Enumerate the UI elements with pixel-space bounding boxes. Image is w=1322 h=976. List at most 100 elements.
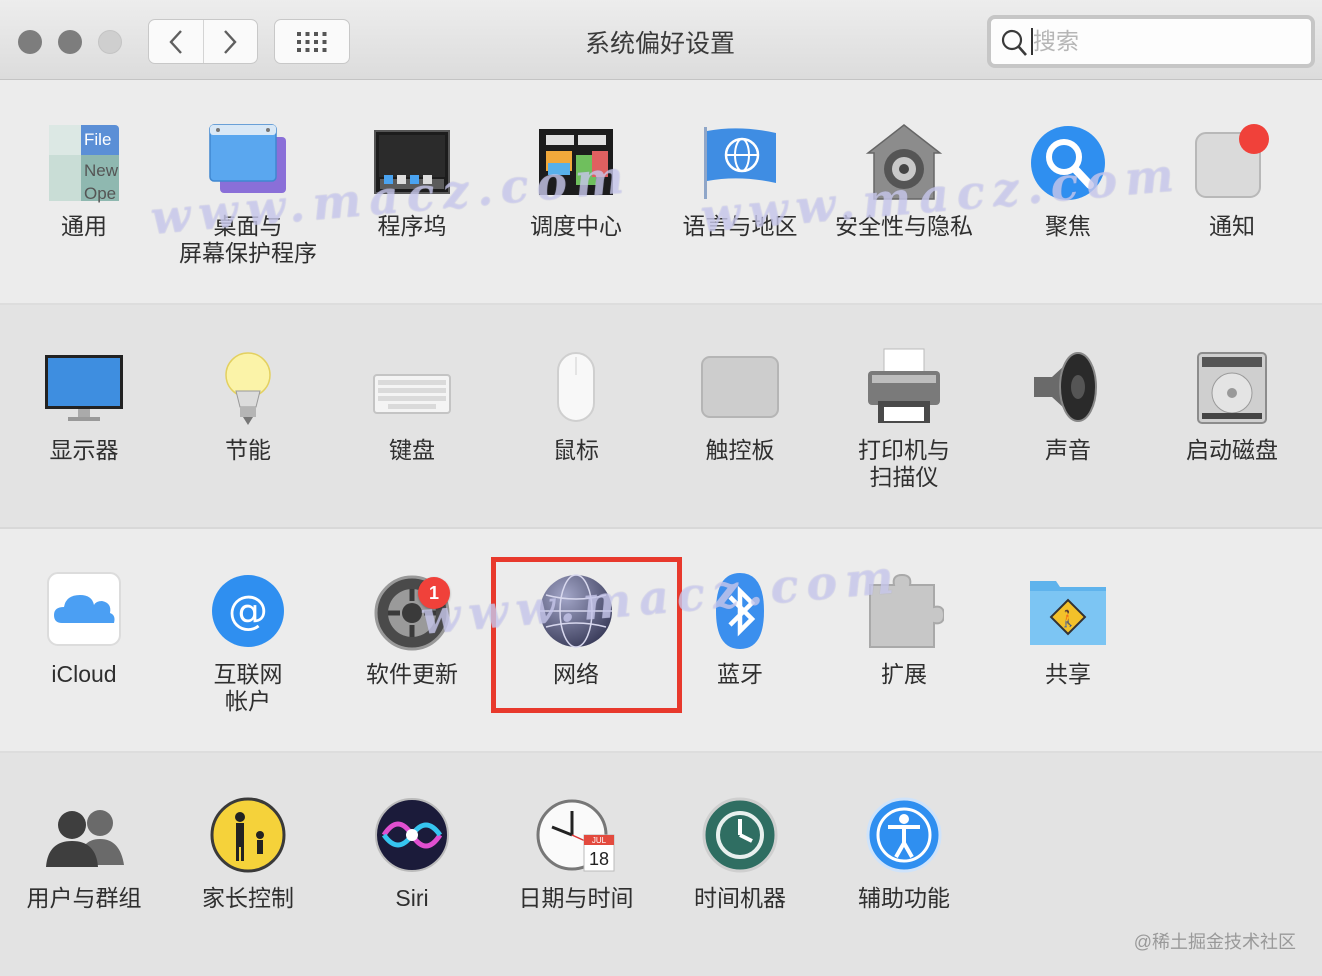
clock-calendar-icon: JUL 18 [536, 799, 615, 872]
pref-software-update[interactable]: 1 软件更新 [330, 529, 494, 729]
mouse-icon [557, 352, 595, 422]
pref-sound[interactable]: 声音 [986, 305, 1150, 505]
pref-label: 通知 [1209, 213, 1255, 239]
preferences-row-hardware: 显示器 节能 键盘 鼠标 触控板 打印机与 扫描仪 声音 启动磁盘 [0, 305, 1322, 529]
network-highlight-box [491, 557, 682, 713]
pref-mouse[interactable]: 鼠标 [494, 305, 658, 505]
house-lock-icon [865, 124, 943, 200]
puzzle-icon [869, 573, 944, 648]
pref-label: 扩展 [881, 661, 927, 687]
pref-date-time[interactable]: JUL 18 日期与时间 [494, 753, 658, 953]
search-field[interactable] [987, 15, 1315, 68]
pref-label: 家长控制 [202, 885, 294, 911]
pref-label: 语言与地区 [682, 213, 798, 239]
speaker-icon [1034, 352, 1097, 422]
svg-text:File: File [84, 130, 111, 149]
pref-keyboard[interactable]: 键盘 [330, 305, 494, 505]
pref-displays[interactable]: 显示器 [2, 305, 166, 505]
pref-label: 节能 [225, 437, 271, 463]
pref-label: 互联网 帐户 [213, 661, 283, 714]
pref-label: 触控板 [705, 437, 775, 463]
pref-trackpad[interactable]: 触控板 [658, 305, 822, 505]
pref-label: 程序坞 [377, 213, 447, 239]
pref-label: 调度中心 [530, 213, 622, 239]
pref-startup-disk[interactable]: 启动磁盘 [1150, 305, 1314, 505]
calendar-day: 18 [589, 849, 609, 869]
forward-button[interactable] [202, 20, 258, 63]
svg-text:New: New [84, 161, 119, 180]
desktop-icon [209, 124, 286, 193]
pref-desktop-screensaver[interactable]: 桌面与 屏幕保护程序 [166, 81, 330, 281]
pref-label: 时间机器 [694, 885, 786, 911]
users-icon [46, 810, 124, 867]
pref-accessibility[interactable]: 辅助功能 [822, 753, 986, 953]
keyboard-icon [373, 374, 451, 414]
pref-label: 声音 [1045, 437, 1091, 463]
pref-users-groups[interactable]: 用户与群组 [2, 753, 166, 953]
pref-extensions[interactable]: 扩展 [822, 529, 986, 729]
pref-security-privacy[interactable]: 安全性与隐私 [822, 81, 986, 281]
close-window-button[interactable] [18, 30, 42, 54]
search-input[interactable] [1033, 25, 1303, 57]
hard-disk-icon [1197, 352, 1267, 424]
pref-label: 通用 [61, 213, 107, 239]
pref-siri[interactable]: Siri [330, 753, 494, 953]
chevron-right-icon [224, 29, 237, 54]
pref-label: 用户与群组 [26, 885, 142, 911]
preferences-row-personal: File New Ope 通用 桌面与 屏幕保护程序 程序坞 调度中心 语言与地… [0, 81, 1322, 305]
pref-label: 桌面与 屏幕保护程序 [179, 213, 317, 266]
pref-printers-scanners[interactable]: 打印机与 扫描仪 [822, 305, 986, 505]
window-title: 系统偏好设置 [584, 30, 735, 58]
pref-label: 安全性与隐私 [835, 213, 973, 239]
svg-text:🚶: 🚶 [1058, 609, 1078, 628]
pref-time-machine[interactable]: 时间机器 [658, 753, 822, 953]
pref-notifications[interactable]: 通知 [1150, 81, 1314, 281]
accessibility-icon [866, 797, 942, 873]
calendar-month: JUL [592, 836, 607, 845]
title-bar: 系统偏好设置 [0, 0, 1322, 80]
pref-general[interactable]: File New Ope 通用 [2, 81, 166, 281]
sharing-folder-icon: 🚶 [1030, 581, 1106, 645]
pref-label: 启动磁盘 [1186, 437, 1278, 463]
pref-label: 聚焦 [1045, 213, 1091, 239]
monitor-icon [45, 355, 123, 421]
lightbulb-icon [225, 352, 271, 425]
dock-icon [374, 130, 450, 194]
pref-label: 键盘 [389, 437, 435, 463]
zoom-window-button[interactable] [98, 30, 122, 54]
pref-energy-saver[interactable]: 节能 [166, 305, 330, 505]
pref-mission-control[interactable]: 调度中心 [494, 81, 658, 281]
cloud-icon [47, 572, 121, 646]
pref-internet-accounts[interactable]: @ 互联网 帐户 [166, 529, 330, 729]
update-count-badge: 1 [418, 577, 450, 609]
pref-icloud[interactable]: iCloud [2, 529, 166, 729]
general-icon: File New Ope [49, 125, 119, 203]
pref-spotlight[interactable]: 聚焦 [986, 81, 1150, 281]
search-icon [1001, 29, 1027, 56]
back-button[interactable] [149, 20, 203, 63]
navigation-buttons [148, 19, 258, 64]
svg-text:Ope: Ope [84, 184, 116, 203]
chevron-left-icon [169, 29, 182, 54]
bluetooth-icon [716, 573, 764, 649]
pref-label: 辅助功能 [858, 885, 950, 911]
pref-language-region[interactable]: 语言与地区 [658, 81, 822, 281]
show-all-button[interactable] [274, 19, 350, 64]
pref-label: 日期与时间 [518, 885, 634, 911]
pref-label: 打印机与 扫描仪 [858, 437, 950, 490]
svg-text:@: @ [228, 588, 268, 634]
minimize-window-button[interactable] [58, 30, 82, 54]
pref-parental-controls[interactable]: 家长控制 [166, 753, 330, 953]
parental-icon [210, 797, 286, 873]
magnifier-icon [1031, 126, 1105, 200]
pref-dock[interactable]: 程序坞 [330, 81, 494, 281]
pref-bluetooth[interactable]: 蓝牙 [658, 529, 822, 729]
at-sign-icon: @ [212, 575, 284, 647]
pref-label: 共享 [1045, 661, 1091, 687]
mission-control-icon [539, 129, 613, 195]
notification-icon [1195, 124, 1269, 198]
pref-label: 鼠标 [553, 437, 599, 463]
source-credit: @稀土掘金技术社区 [1133, 932, 1296, 952]
pref-sharing[interactable]: 🚶 共享 [986, 529, 1150, 729]
pref-label: Siri [395, 885, 429, 911]
